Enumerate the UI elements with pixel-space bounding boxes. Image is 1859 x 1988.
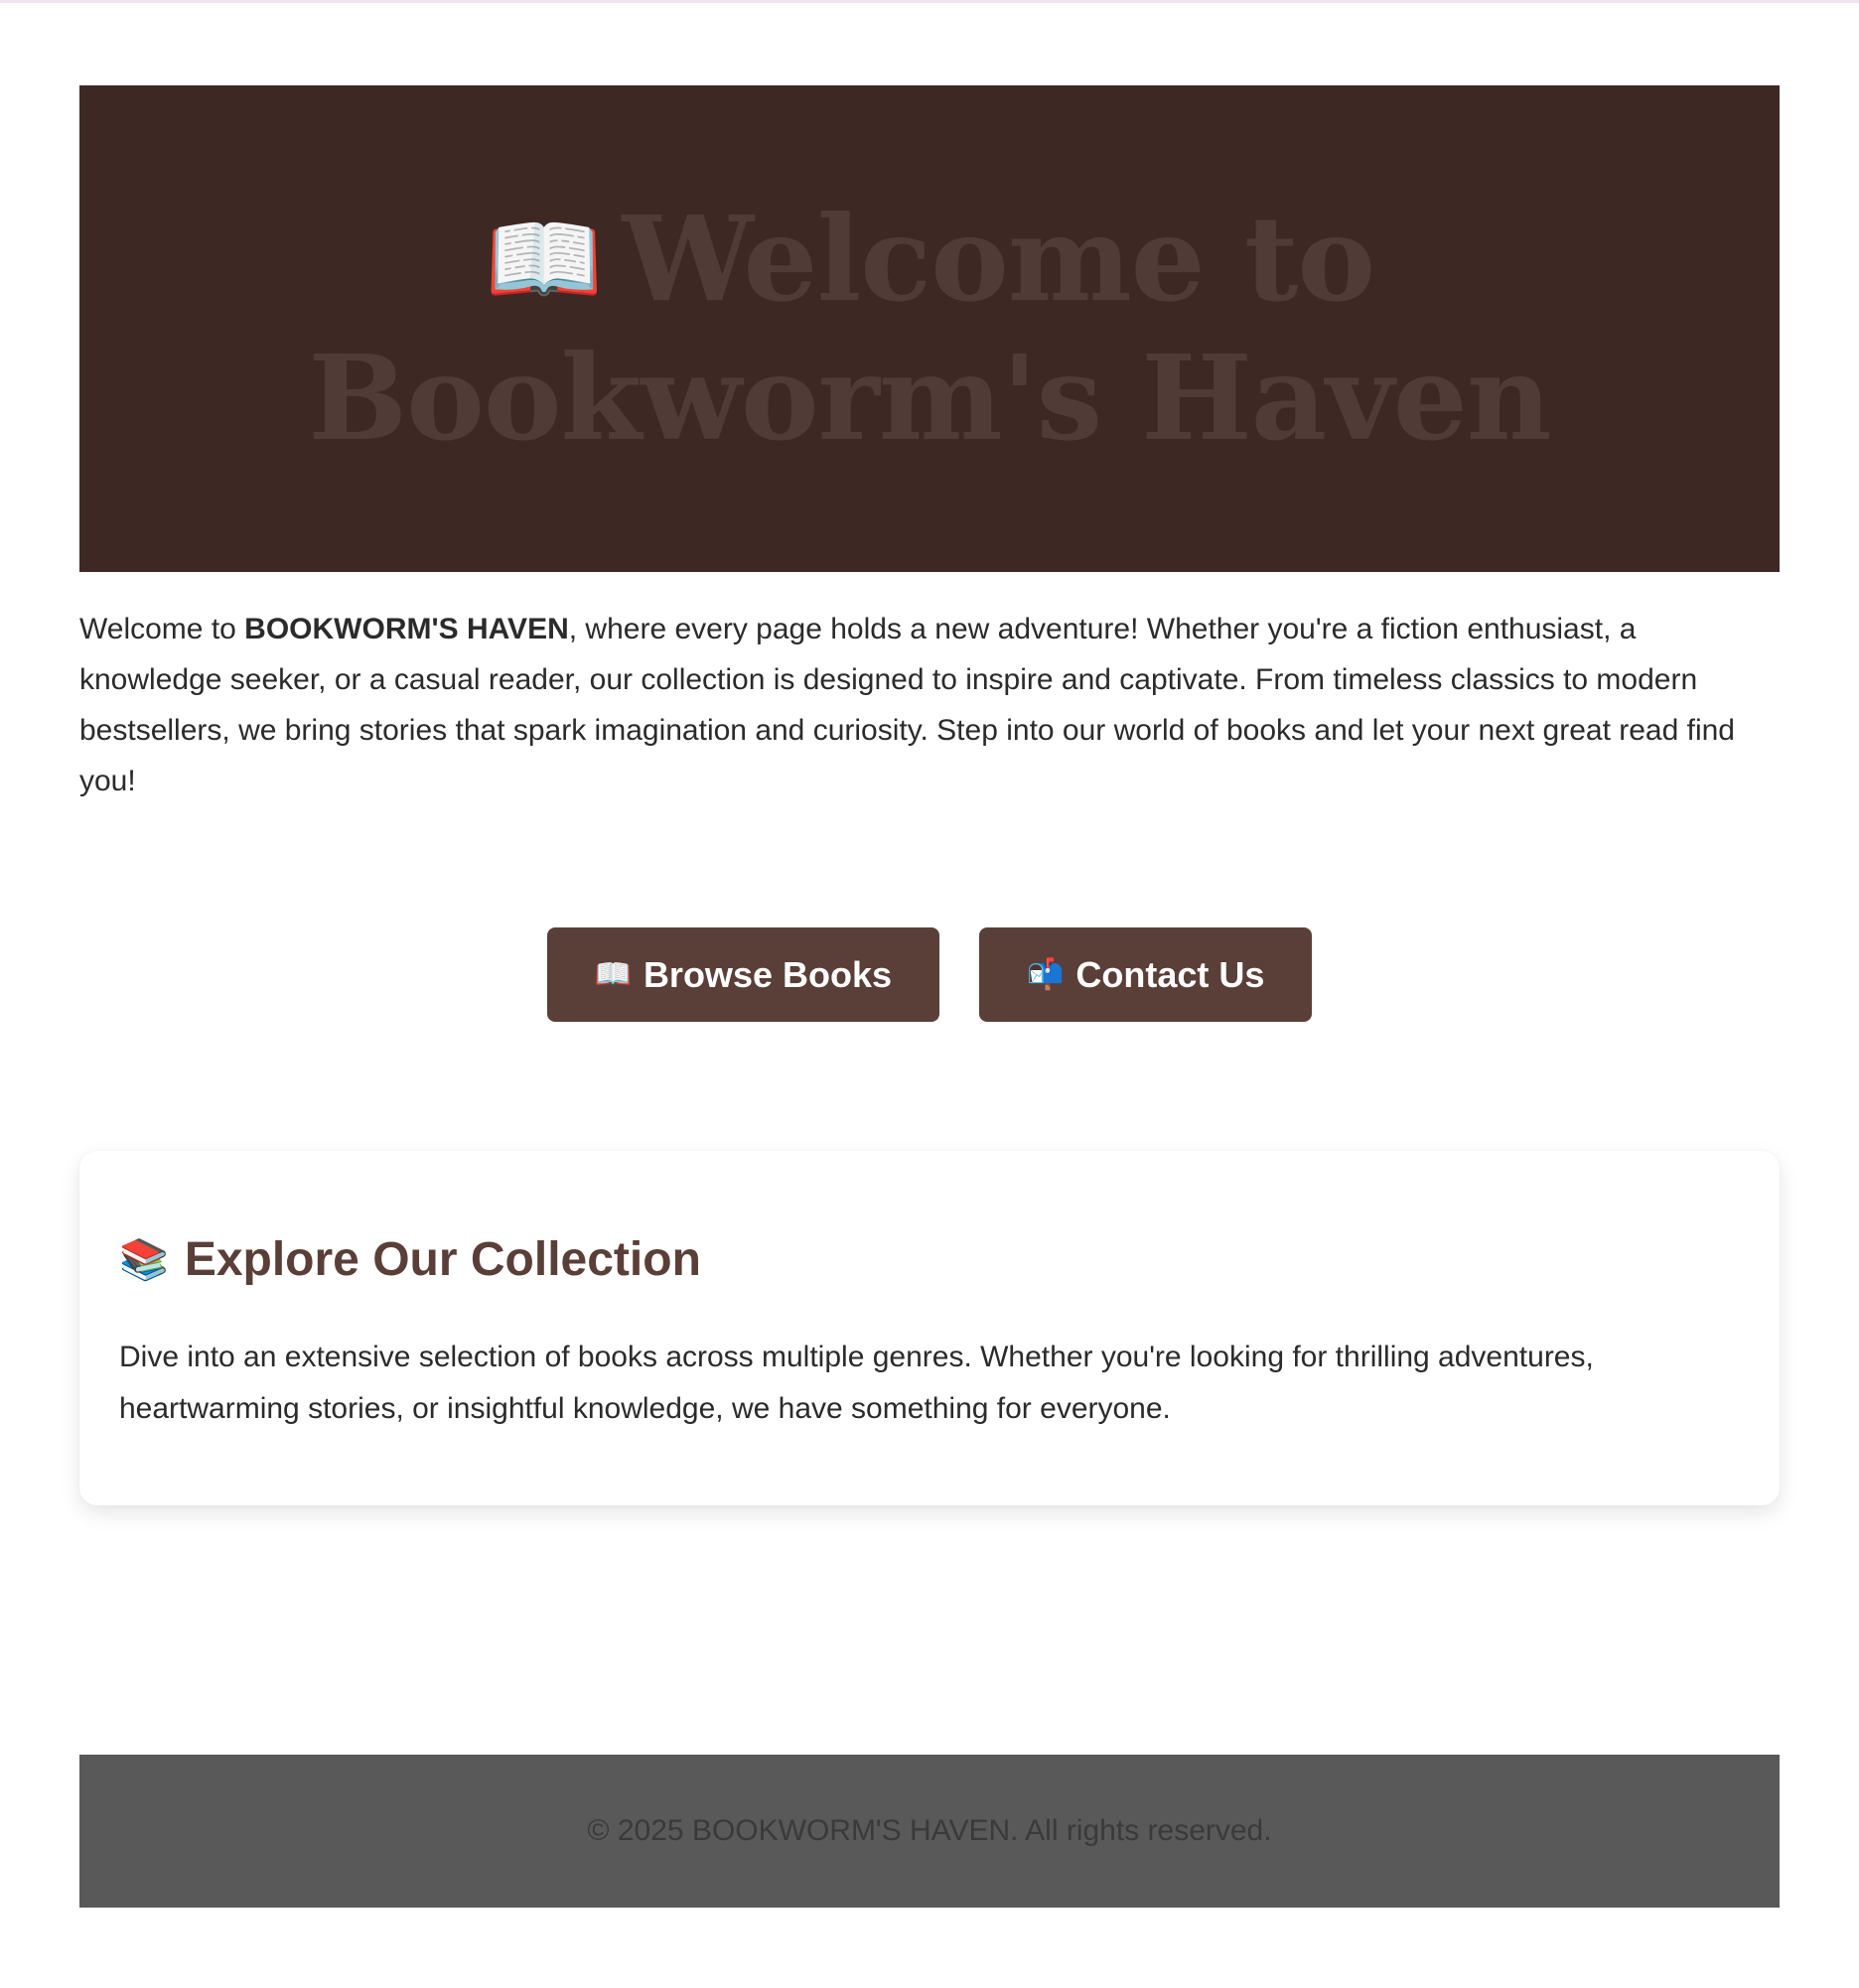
brand-name: BOOKWORM'S HAVEN (244, 613, 569, 645)
open-book-icon: 📖 (484, 203, 604, 315)
browse-books-button[interactable]: 📖 Browse Books (546, 927, 940, 1022)
mailbox-icon: 📬 (1027, 958, 1065, 991)
intro-prefix: Welcome to (79, 613, 245, 645)
collection-description: Dive into an extensive selection of book… (119, 1341, 1594, 1425)
intro-paragraph: Welcome to BOOKWORM'S HAVEN, where every… (79, 604, 1780, 806)
hero-title: 📖 Welcome to Bookworm's Haven (119, 190, 1740, 468)
contact-us-label: Contact Us (1075, 953, 1265, 995)
hero-banner: 📖 Welcome to Bookworm's Haven (79, 85, 1780, 572)
collection-title: Explore Our Collection (184, 1233, 701, 1286)
top-border (0, 0, 1859, 3)
open-book-icon: 📖 (594, 958, 632, 991)
footer: © 2025 BOOKWORM'S HAVEN. All rights rese… (79, 1755, 1780, 1908)
contact-us-button[interactable]: 📬 Contact Us (979, 927, 1313, 1022)
page-content: 📖 Welcome to Bookworm's Haven Welcome to … (79, 85, 1780, 1505)
browse-books-label: Browse Books (643, 953, 893, 995)
cta-buttons: 📖 Browse Books 📬 Contact Us (79, 927, 1780, 1022)
stacked-books-icon: 📚 (119, 1238, 169, 1282)
footer-copyright: © 2025 BOOKWORM'S HAVEN. All rights rese… (587, 1814, 1272, 1847)
collection-heading: 📚 Explore Our Collection (119, 1230, 1740, 1290)
collection-card: 📚 Explore Our Collection Dive into an ex… (79, 1151, 1780, 1505)
